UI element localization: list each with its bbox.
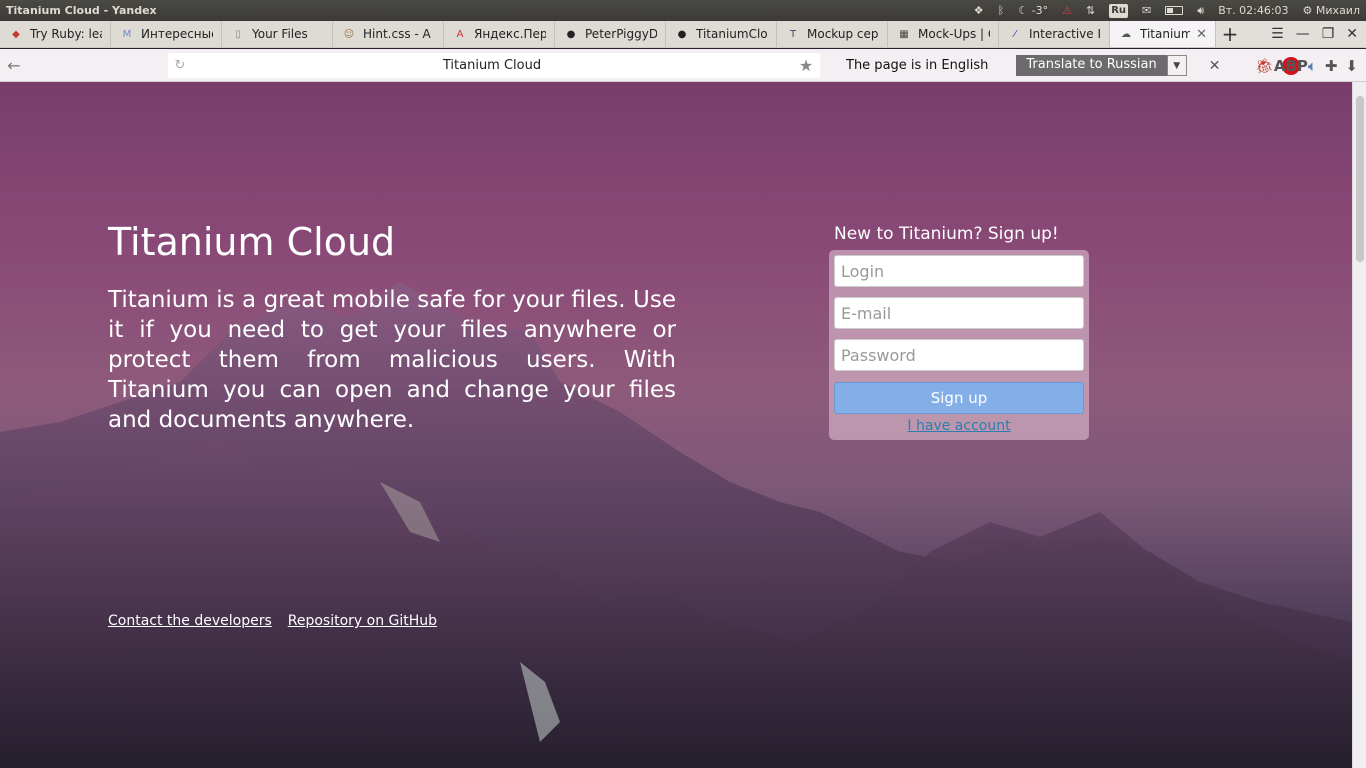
volume-icon[interactable]: 🔊︎ [1197, 4, 1204, 18]
tab-5[interactable]: ● PeterPiggyDe [555, 21, 666, 47]
page-content: Titanium Cloud Titanium is a great mobil… [0, 82, 1352, 768]
translate-close-icon[interactable]: ✕ [1209, 58, 1221, 74]
contact-developers-link[interactable]: Contact the developers [108, 613, 272, 629]
weather-temp: -3° [1031, 4, 1049, 17]
browser-toolbar: ← ↻ Titanium Cloud ★ The page is in Engl… [0, 49, 1366, 82]
tab-label: TitaniumClou [696, 27, 768, 41]
back-button[interactable]: ← [0, 56, 28, 75]
address-bar[interactable]: ↻ Titanium Cloud ★ [168, 53, 820, 78]
battery-icon[interactable] [1165, 6, 1184, 15]
restore-icon[interactable]: ❐ [1322, 26, 1335, 42]
tab-label: Titanium C [1140, 27, 1191, 41]
clock[interactable]: Вт. 02:46:03 [1218, 4, 1288, 17]
translate-dropdown-icon[interactable]: ▼ [1166, 55, 1187, 76]
bug-extension-icon[interactable]: 🐞︎ [1255, 57, 1274, 75]
puzzle-extension-icon[interactable]: ✚ [1325, 57, 1338, 75]
scrollbar-thumb[interactable] [1356, 96, 1364, 262]
bookmark-star-icon[interactable]: ★ [792, 56, 820, 75]
download-icon[interactable]: ⬇ [1345, 57, 1358, 75]
tab-label: Интересные [141, 27, 213, 41]
tab-label: Your Files [252, 27, 308, 41]
tab-label: Interactive Im [1029, 27, 1101, 41]
password-input[interactable] [834, 339, 1084, 371]
tab-6[interactable]: ● TitaniumClou [666, 21, 777, 47]
window-title: Titanium Cloud - Yandex [6, 4, 157, 17]
menu-icon[interactable]: ☰ [1271, 26, 1284, 42]
user-menu[interactable]: ⚙ Михаил [1303, 4, 1360, 17]
close-window-icon[interactable]: ✕ [1346, 26, 1358, 42]
extension-icons: 🐞︎ ABP 🔈︎ ✚ ⬇ [1255, 49, 1358, 82]
tab-4[interactable]: A Яндекс.Перев [444, 21, 555, 47]
tab-label: PeterPiggyDe [585, 27, 657, 41]
minimize-icon[interactable]: — [1296, 26, 1310, 42]
ruby-icon: ◆ [12, 28, 20, 40]
moon-icon: ☾ [1018, 4, 1029, 17]
dropbox-icon[interactable]: ❖ [974, 4, 984, 17]
user-name: Михаил [1315, 4, 1360, 17]
tab-label: Hint.css - A to [363, 27, 435, 41]
translate-bar: The page is in English Translate to Russ… [826, 49, 1221, 82]
bluetooth-icon[interactable]: ᛒ [998, 4, 1005, 17]
m-icon: M [122, 28, 132, 40]
keyboard-layout[interactable]: Ru [1109, 3, 1129, 18]
network-icon[interactable]: ⇅ [1086, 4, 1095, 17]
tab-label: Mock-Ups | Gr [918, 27, 990, 41]
signup-form: Sign up I have account [829, 250, 1089, 440]
tab-label: Яндекс.Перев [474, 27, 546, 41]
new-tab-button[interactable]: + [1216, 21, 1244, 47]
tab-strip: ◆ Try Ruby: lear M Интересные ▯ Your Files ☺ Hi… [0, 21, 1366, 48]
os-top-panel: Titanium Cloud - Yandex ❖ ᛒ ☾ -3° ⚠ ⇅ Ru… [0, 0, 1366, 21]
avatar-icon: ☺ [343, 28, 355, 40]
tab-2[interactable]: ▯ Your Files [222, 21, 333, 47]
window-controls: ☰ — ❐ ✕ [1271, 21, 1366, 47]
page-description: Titanium is a great mobile safe for your… [108, 287, 676, 433]
grid-icon: ▦ [899, 28, 909, 40]
mail-icon[interactable]: ✉ [1142, 4, 1151, 17]
tab-3[interactable]: ☺ Hint.css - A to [333, 21, 444, 47]
page-title: Titanium Cloud [108, 220, 396, 264]
translate-button[interactable]: Translate to Russian [1016, 55, 1167, 76]
tab-7[interactable]: T Mockup серв [777, 21, 888, 47]
url-text[interactable]: Titanium Cloud [192, 58, 792, 73]
footer-links: Contact the developers Repository on Git… [108, 613, 437, 629]
gear-icon: ⚙ [1302, 4, 1313, 17]
weather-indicator[interactable]: ☾ -3° [1018, 4, 1048, 17]
translate-message: The page is in English [846, 58, 989, 73]
t-icon: T [789, 28, 797, 40]
tab-8[interactable]: ▦ Mock-Ups | Gr [888, 21, 999, 47]
system-tray: ❖ ᛒ ☾ -3° ⚠ ⇅ Ru ✉ 🔊︎ Вт. 02:46:03 ⚙ Мих… [974, 3, 1366, 18]
feather-icon: ⁄ [1014, 28, 1016, 40]
signup-heading: New to Titanium? Sign up! [834, 224, 1059, 244]
github-repo-link[interactable]: Repository on GitHub [288, 613, 437, 629]
signup-button[interactable]: Sign up [834, 382, 1084, 414]
cloud-icon: ☁ [1121, 28, 1131, 40]
tab-10[interactable]: ☁ Titanium C ✕ [1110, 21, 1216, 47]
adblock-icon[interactable]: ABP [1274, 56, 1308, 75]
close-tab-icon[interactable]: ✕ [1196, 27, 1207, 42]
tab-label: Mockup серв [807, 27, 879, 41]
reload-icon[interactable]: ↻ [168, 58, 192, 73]
tab-0[interactable]: ◆ Try Ruby: lear [0, 21, 111, 47]
warning-icon[interactable]: ⚠ [1062, 4, 1072, 17]
have-account-link[interactable]: I have account [829, 418, 1089, 434]
tab-1[interactable]: M Интересные [111, 21, 222, 47]
github-icon: ● [677, 28, 687, 40]
page-scrollbar[interactable] [1352, 82, 1366, 768]
page-icon: ▯ [235, 28, 241, 40]
login-input[interactable] [834, 255, 1084, 287]
tab-label: Try Ruby: lear [30, 27, 102, 41]
email-input[interactable] [834, 297, 1084, 329]
github-icon: ● [566, 28, 576, 40]
yandex-icon: A [456, 28, 464, 40]
speaker-extension-icon[interactable]: 🔈︎ [1308, 57, 1317, 75]
tab-9[interactable]: ⁄ Interactive Im [999, 21, 1110, 47]
